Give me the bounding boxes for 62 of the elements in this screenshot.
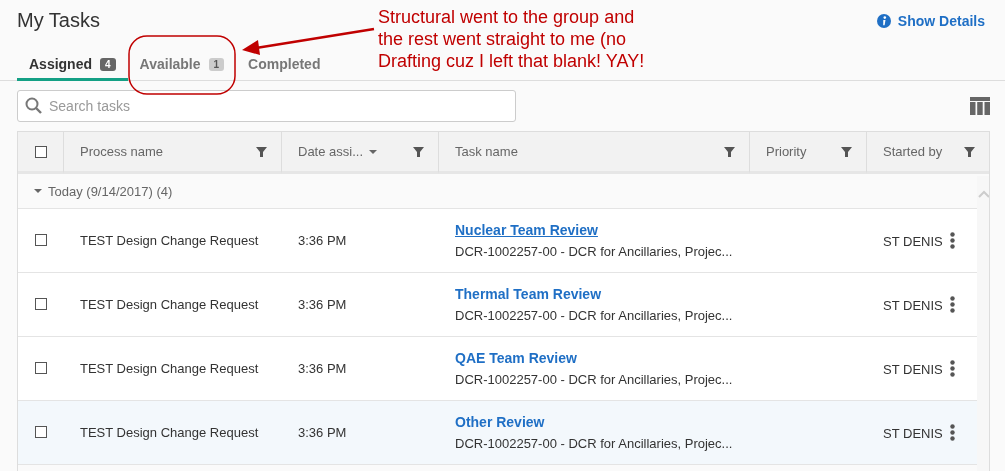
- group-label: Today (9/14/2017) (4): [48, 183, 173, 199]
- table-cell: ST DENIS: [883, 234, 943, 249]
- search-icon: [25, 97, 42, 114]
- info-icon: [876, 14, 891, 28]
- column-header[interactable]: Date assi...: [282, 132, 439, 174]
- table-cell: TEST Design Change Request: [80, 233, 259, 248]
- tab[interactable]: Completed: [236, 56, 333, 81]
- table-row[interactable]: TEST Design Change Request 3:36 PM Thermal Team Review DCR-1002257-00 - DCR for Ancillaries, Projec... ST DENIS: [18, 273, 977, 337]
- task-description: DCR-1002257-00 - DCR for Ancillaries, Projec...: [455, 308, 733, 323]
- more-icon[interactable]: [950, 232, 955, 249]
- filter-icon[interactable]: [724, 146, 735, 157]
- tab[interactable]: Assigned 4: [17, 56, 128, 81]
- column-header[interactable]: Started by: [867, 132, 989, 174]
- table-cell: ST DENIS: [883, 426, 943, 441]
- table-cell: 3:36 PM: [298, 425, 347, 440]
- search-field[interactable]: Search tasks: [17, 90, 516, 122]
- task-description: DCR-1002257-00 - DCR for Ancillaries, Projec...: [455, 244, 733, 259]
- caret-icon[interactable]: [34, 187, 42, 195]
- annotation-note: Structural went to the group and the rest went straight to me (no Drafting cuz I left that blank! YAY!: [378, 6, 646, 72]
- table-cell: 3:36 PM: [298, 297, 347, 312]
- table-cell: TEST Design Change Request: [80, 297, 259, 312]
- column-label: Started by: [883, 144, 943, 159]
- table-row[interactable]: TEST Design Change Request 3:36 PM QAE Team Review DCR-1002257-00 - DCR for Ancillaries, Projec... ST DENIS: [18, 337, 977, 401]
- table-cell: ST DENIS: [883, 362, 943, 377]
- column-label: Process name: [80, 144, 164, 159]
- columns-icon[interactable]: [970, 97, 990, 115]
- table-row[interactable]: TEST Design Change Request 3:36 PM Nuclear Team Review DCR-1002257-00 - DCR for Ancillaries, Projec... ST DENIS: [18, 209, 977, 273]
- row-checkbox[interactable]: [35, 362, 47, 374]
- count-badge: 4: [100, 57, 116, 71]
- column-header[interactable]: Priority: [750, 132, 867, 174]
- show-details-link[interactable]: Show Details: [876, 13, 985, 29]
- table-cell: 3:36 PM: [298, 233, 347, 248]
- column-label: Task name: [455, 144, 518, 159]
- filter-icon[interactable]: [256, 146, 267, 157]
- row-checkbox[interactable]: [35, 426, 47, 438]
- filter-icon[interactable]: [413, 146, 424, 157]
- task-link[interactable]: Thermal Team Review: [455, 286, 602, 302]
- row-checkbox[interactable]: [35, 298, 47, 310]
- tab[interactable]: Available 1: [127, 56, 237, 81]
- more-icon[interactable]: [950, 360, 955, 377]
- count-badge: 1: [208, 57, 225, 71]
- filter-icon[interactable]: [841, 146, 852, 157]
- column-label: Date assi...: [298, 144, 364, 159]
- column-header[interactable]: Task name: [439, 132, 750, 174]
- table-cell: TEST Design Change Request: [80, 425, 259, 440]
- task-link[interactable]: QAE Team Review: [455, 350, 577, 366]
- table-cell: ST DENIS: [883, 298, 943, 313]
- more-icon[interactable]: [950, 296, 955, 313]
- table-row[interactable]: TEST Design Change Request 3:36 PM Other Review DCR-1002257-00 - DCR for Ancillaries, Projec... ST DENIS: [18, 401, 977, 465]
- select-all-checkbox[interactable]: [34, 145, 47, 158]
- task-description: DCR-1002257-00 - DCR for Ancillaries, Projec...: [455, 372, 733, 387]
- table-cell: TEST Design Change Request: [80, 361, 259, 376]
- page-title: My Tasks: [17, 9, 100, 32]
- row-checkbox[interactable]: [35, 234, 47, 246]
- table-cell: 3:36 PM: [298, 361, 347, 376]
- more-icon[interactable]: [950, 424, 955, 441]
- task-description: DCR-1002257-00 - DCR for Ancillaries, Projec...: [455, 436, 733, 451]
- column-header[interactable]: Process name: [64, 132, 282, 174]
- column-label: Priority: [766, 144, 807, 159]
- task-link[interactable]: Other Review: [455, 414, 545, 430]
- filter-icon[interactable]: [964, 146, 975, 157]
- task-link[interactable]: Nuclear Team Review: [455, 222, 598, 238]
